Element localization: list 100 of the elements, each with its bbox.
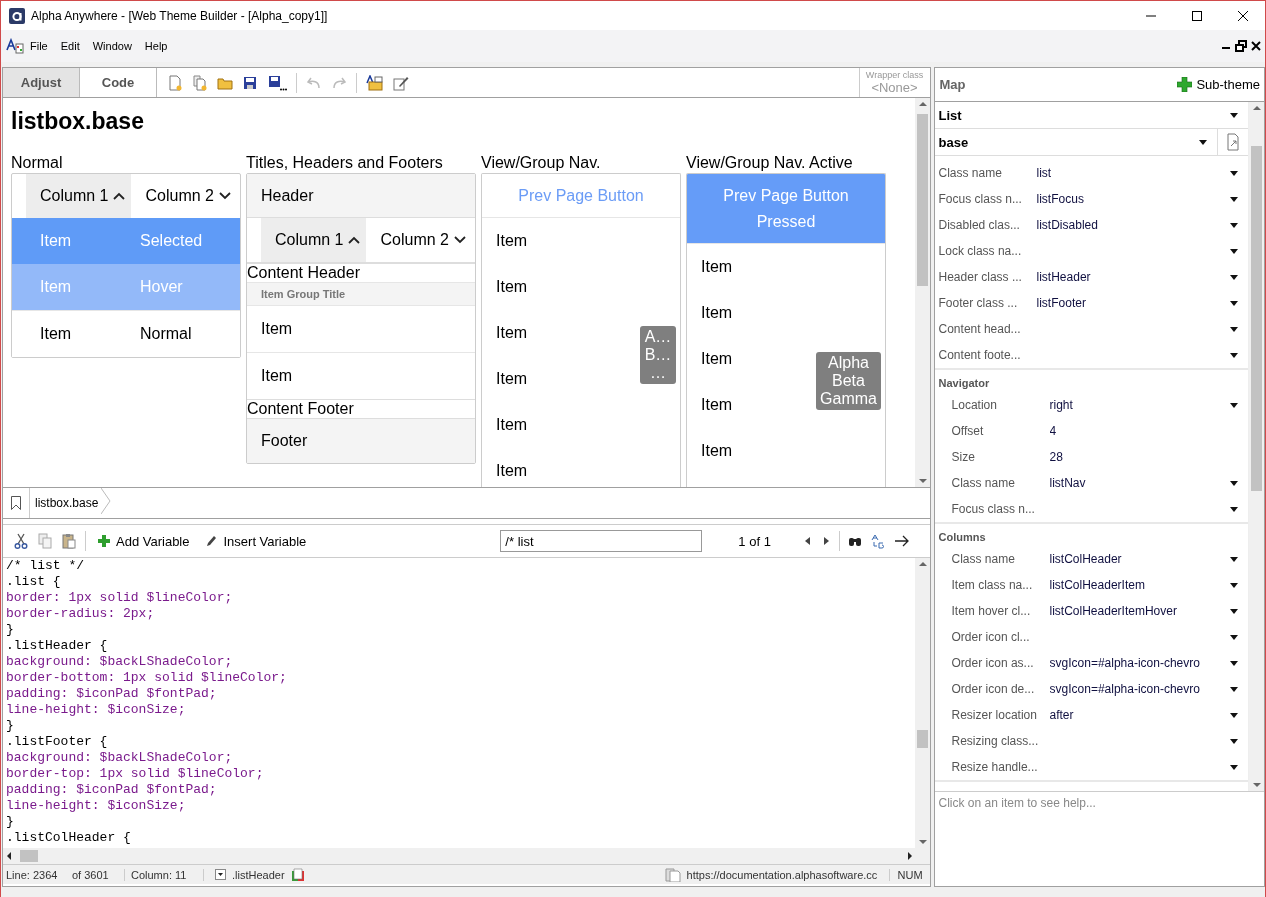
property-row[interactable]: Offset 4	[934, 418, 1248, 444]
arrow-right-icon[interactable]	[893, 535, 910, 547]
column-header[interactable]: Column 1	[26, 174, 132, 218]
dropdown-icon[interactable]	[1230, 764, 1238, 770]
list-item[interactable]: Item	[496, 402, 528, 448]
maximize-icon[interactable]	[1191, 9, 1203, 22]
dropdown-icon[interactable]	[1230, 170, 1238, 176]
dropdown-icon[interactable]	[1230, 686, 1238, 692]
horizontal-scrollbar[interactable]	[3, 848, 930, 864]
export-icon[interactable]	[1226, 133, 1240, 151]
vertical-scrollbar[interactable]	[1248, 102, 1264, 791]
list-item[interactable]: Item	[496, 356, 528, 402]
property-label: Content foote...	[938, 348, 1022, 362]
property-row[interactable]: Focus class n...	[934, 496, 1248, 522]
dropdown-icon[interactable]	[1230, 248, 1238, 254]
dropdown-icon[interactable]	[1230, 556, 1238, 562]
dropdown-icon[interactable]	[215, 869, 226, 880]
property-row[interactable]: Footer class ... listFooter	[934, 290, 1248, 316]
list-item[interactable]: Item	[701, 382, 733, 428]
property-row[interactable]: Item hover cl... listColHeaderItemHover	[934, 598, 1248, 624]
dropdown-icon[interactable]	[1230, 222, 1238, 228]
insert-variable-button[interactable]: Insert Variable	[201, 533, 311, 549]
vertical-scrollbar[interactable]	[914, 558, 930, 848]
edit-icon[interactable]	[393, 74, 409, 91]
add-variable-button[interactable]: Add Variable	[94, 533, 194, 549]
dropdown-icon[interactable]	[1230, 634, 1238, 640]
dropdown-icon[interactable]	[1230, 352, 1238, 358]
breadcrumb-item[interactable]: listbox.base	[29, 488, 102, 518]
list-item[interactable]: Item	[496, 264, 528, 310]
dropdown-icon[interactable]	[1230, 506, 1238, 512]
dropdown-icon[interactable]	[1230, 402, 1238, 408]
property-row[interactable]: Order icon cl...	[934, 624, 1248, 650]
menu-item[interactable]: File	[24, 40, 55, 52]
menu-item[interactable]: Window	[86, 40, 139, 52]
search-field[interactable]: /* list	[500, 530, 703, 552]
property-row[interactable]: Header class ... listHeader	[934, 264, 1248, 290]
property-row[interactable]: Resizing class...	[934, 728, 1248, 754]
dropdown-icon[interactable]	[1230, 480, 1238, 486]
book-icon[interactable]	[290, 867, 305, 882]
app-menu-icon[interactable]	[6, 38, 24, 54]
dropdown-icon[interactable]	[1230, 582, 1238, 588]
dropdown-icon[interactable]	[1230, 300, 1238, 306]
style-dropdown[interactable]: base	[934, 129, 1218, 155]
column-header[interactable]: Column 1	[261, 218, 367, 262]
column-header[interactable]: Column 2	[131, 174, 237, 218]
property-row[interactable]: Resize handle...	[934, 754, 1248, 780]
save-as-icon[interactable]	[267, 74, 287, 91]
tab[interactable]: Adjust	[3, 68, 80, 97]
list-item[interactable]: Item	[701, 290, 733, 336]
list-item[interactable]: Item	[496, 310, 528, 356]
close-icon[interactable]	[1251, 41, 1261, 51]
property-row[interactable]: Resizer location after	[934, 702, 1248, 728]
property-row[interactable]: Class name listNav	[934, 470, 1248, 496]
property-row[interactable]: Focus class n... listFocus	[934, 186, 1248, 212]
list-item[interactable]: Item	[701, 336, 733, 382]
dropdown-icon[interactable]	[1230, 608, 1238, 614]
component-dropdown[interactable]: List	[934, 102, 1248, 129]
dropdown-icon[interactable]	[1230, 274, 1238, 280]
property-row[interactable]: Lock class na...	[934, 238, 1248, 264]
group-navigator[interactable]: Alpha Beta Gamma	[816, 352, 881, 410]
group-navigator[interactable]: A… B… …	[640, 326, 676, 384]
property-row[interactable]: Location right	[934, 392, 1248, 418]
property-row[interactable]: Content head...	[934, 316, 1248, 342]
property-row[interactable]: Content foote...	[934, 342, 1248, 368]
theme-icon[interactable]	[366, 74, 384, 91]
list-item[interactable]: Item	[247, 305, 475, 352]
list-item[interactable]: Item	[496, 218, 528, 264]
menu-item[interactable]: Help	[138, 40, 175, 52]
paste-icon[interactable]	[61, 533, 77, 549]
property-row[interactable]: Class name list	[934, 160, 1248, 186]
dropdown-icon[interactable]	[1230, 326, 1238, 332]
property-row[interactable]: Size 28	[934, 444, 1248, 470]
dropdown-icon[interactable]	[1230, 738, 1238, 744]
property-row[interactable]: Disabled clas... listDisabled	[934, 212, 1248, 238]
list-item[interactable]: Item	[496, 448, 528, 487]
restore-icon[interactable]	[1235, 40, 1247, 52]
property-label: Resizer location	[951, 708, 1038, 722]
replace-icon[interactable]	[869, 533, 886, 549]
property-row[interactable]: Item class na... listColHeaderItem	[934, 572, 1248, 598]
list-row[interactable]: Item Normal	[12, 310, 240, 357]
cut-icon[interactable]	[13, 533, 29, 549]
property-row[interactable]: Order icon de... svgIcon=#alpha-icon-chevro	[934, 676, 1248, 702]
sub-theme-button[interactable]: Sub-theme	[1177, 77, 1260, 92]
copy-file-icon[interactable]	[192, 74, 208, 91]
list-item[interactable]: Item	[701, 244, 733, 290]
bookmark-icon[interactable]	[10, 495, 22, 511]
help-url[interactable]: https://documentation.alphasoftware.cc	[686, 868, 883, 881]
save-icon[interactable]	[242, 74, 258, 91]
list-item[interactable]: Item	[701, 428, 733, 474]
property-row[interactable]: Class name listColHeader	[934, 546, 1248, 572]
property-row[interactable]: Order icon as... svgIcon=#alpha-icon-chevro	[934, 650, 1248, 676]
close-icon[interactable]	[1237, 9, 1249, 22]
menu-item[interactable]: Edit	[54, 40, 87, 52]
dropdown-icon[interactable]	[1230, 196, 1238, 202]
dropdown-icon[interactable]	[1230, 712, 1238, 718]
line-number: Line: 2364	[5, 868, 59, 881]
dropdown-icon[interactable]	[1230, 660, 1238, 666]
vertical-scrollbar[interactable]	[914, 98, 930, 487]
column-header[interactable]: Column 2	[366, 218, 472, 262]
binoculars-icon[interactable]	[847, 535, 862, 547]
